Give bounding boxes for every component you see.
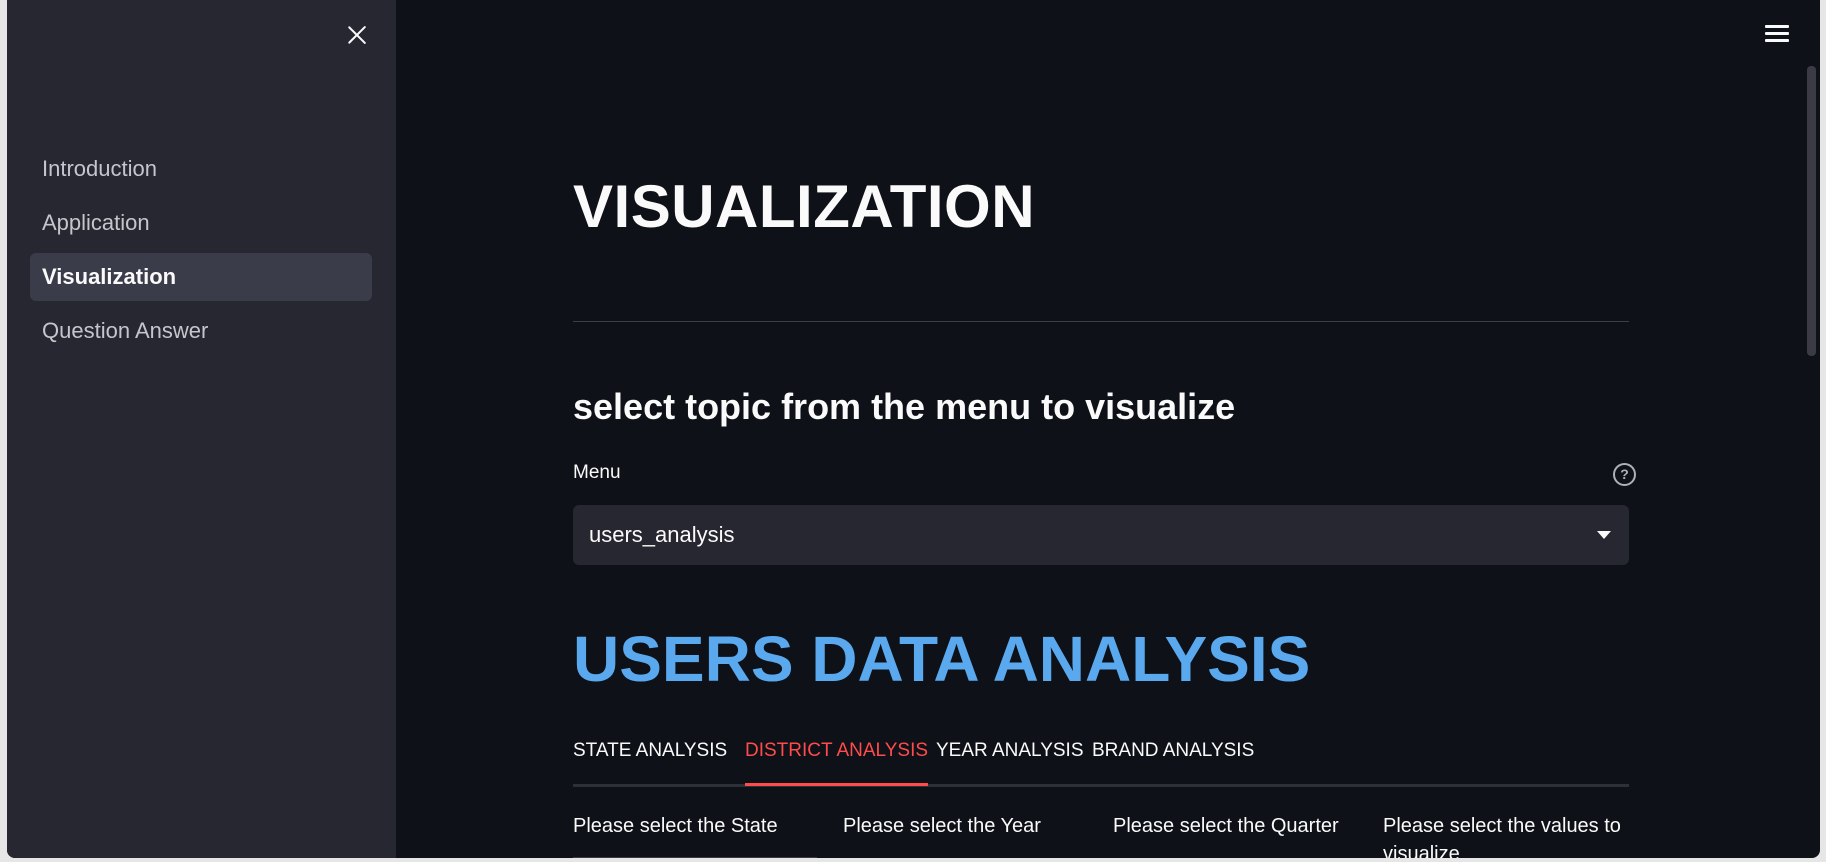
page-title: VISUALIZATION	[573, 173, 1036, 240]
filter-label-year: Please select the Year	[843, 815, 1041, 837]
page-subtitle: select topic from the menu to visualize	[573, 386, 1236, 427]
filter-label-state: Please select the State	[573, 815, 778, 837]
close-sidebar-icon[interactable]	[344, 22, 370, 48]
main-menu-icon[interactable]	[1765, 25, 1789, 43]
tab-district-analysis[interactable]: DISTRICT ANALYSIS	[745, 738, 929, 786]
menu-label: Menu	[573, 462, 621, 483]
sidebar-item-visualization[interactable]: Visualization	[30, 253, 372, 301]
menu-select-value: users_analysis	[589, 522, 735, 547]
section-title: USERS DATA ANALYSIS	[573, 623, 1311, 695]
tab-year-analysis[interactable]: YEAR ANALYSIS	[936, 738, 1084, 783]
state-select[interactable]	[573, 857, 817, 858]
sidebar-nav: Introduction Application Visualization Q…	[30, 145, 372, 361]
sidebar-item-question-answer[interactable]: Question Answer	[30, 307, 372, 355]
tab-state-analysis[interactable]: STATE ANALYSIS	[573, 738, 727, 783]
chevron-down-icon	[1597, 531, 1611, 539]
tab-brand-analysis[interactable]: BRAND ANALYSIS	[1092, 738, 1254, 783]
help-icon[interactable]: ?	[1613, 463, 1636, 486]
filter-label-quarter: Please select the Quarter	[1113, 815, 1339, 837]
filter-label-values: Please select the values to visualize	[1383, 815, 1621, 858]
sidebar-item-application[interactable]: Application	[30, 199, 372, 247]
scrollbar-thumb[interactable]	[1807, 66, 1816, 356]
divider	[573, 321, 1629, 322]
analysis-tabs: STATE ANALYSIS DISTRICT ANALYSIS YEAR AN…	[573, 738, 1629, 787]
menu-select[interactable]: users_analysis	[573, 505, 1629, 565]
sidebar-item-introduction[interactable]: Introduction	[30, 145, 372, 193]
app-window: Introduction Application Visualization Q…	[7, 0, 1820, 858]
sidebar: Introduction Application Visualization Q…	[7, 0, 396, 858]
